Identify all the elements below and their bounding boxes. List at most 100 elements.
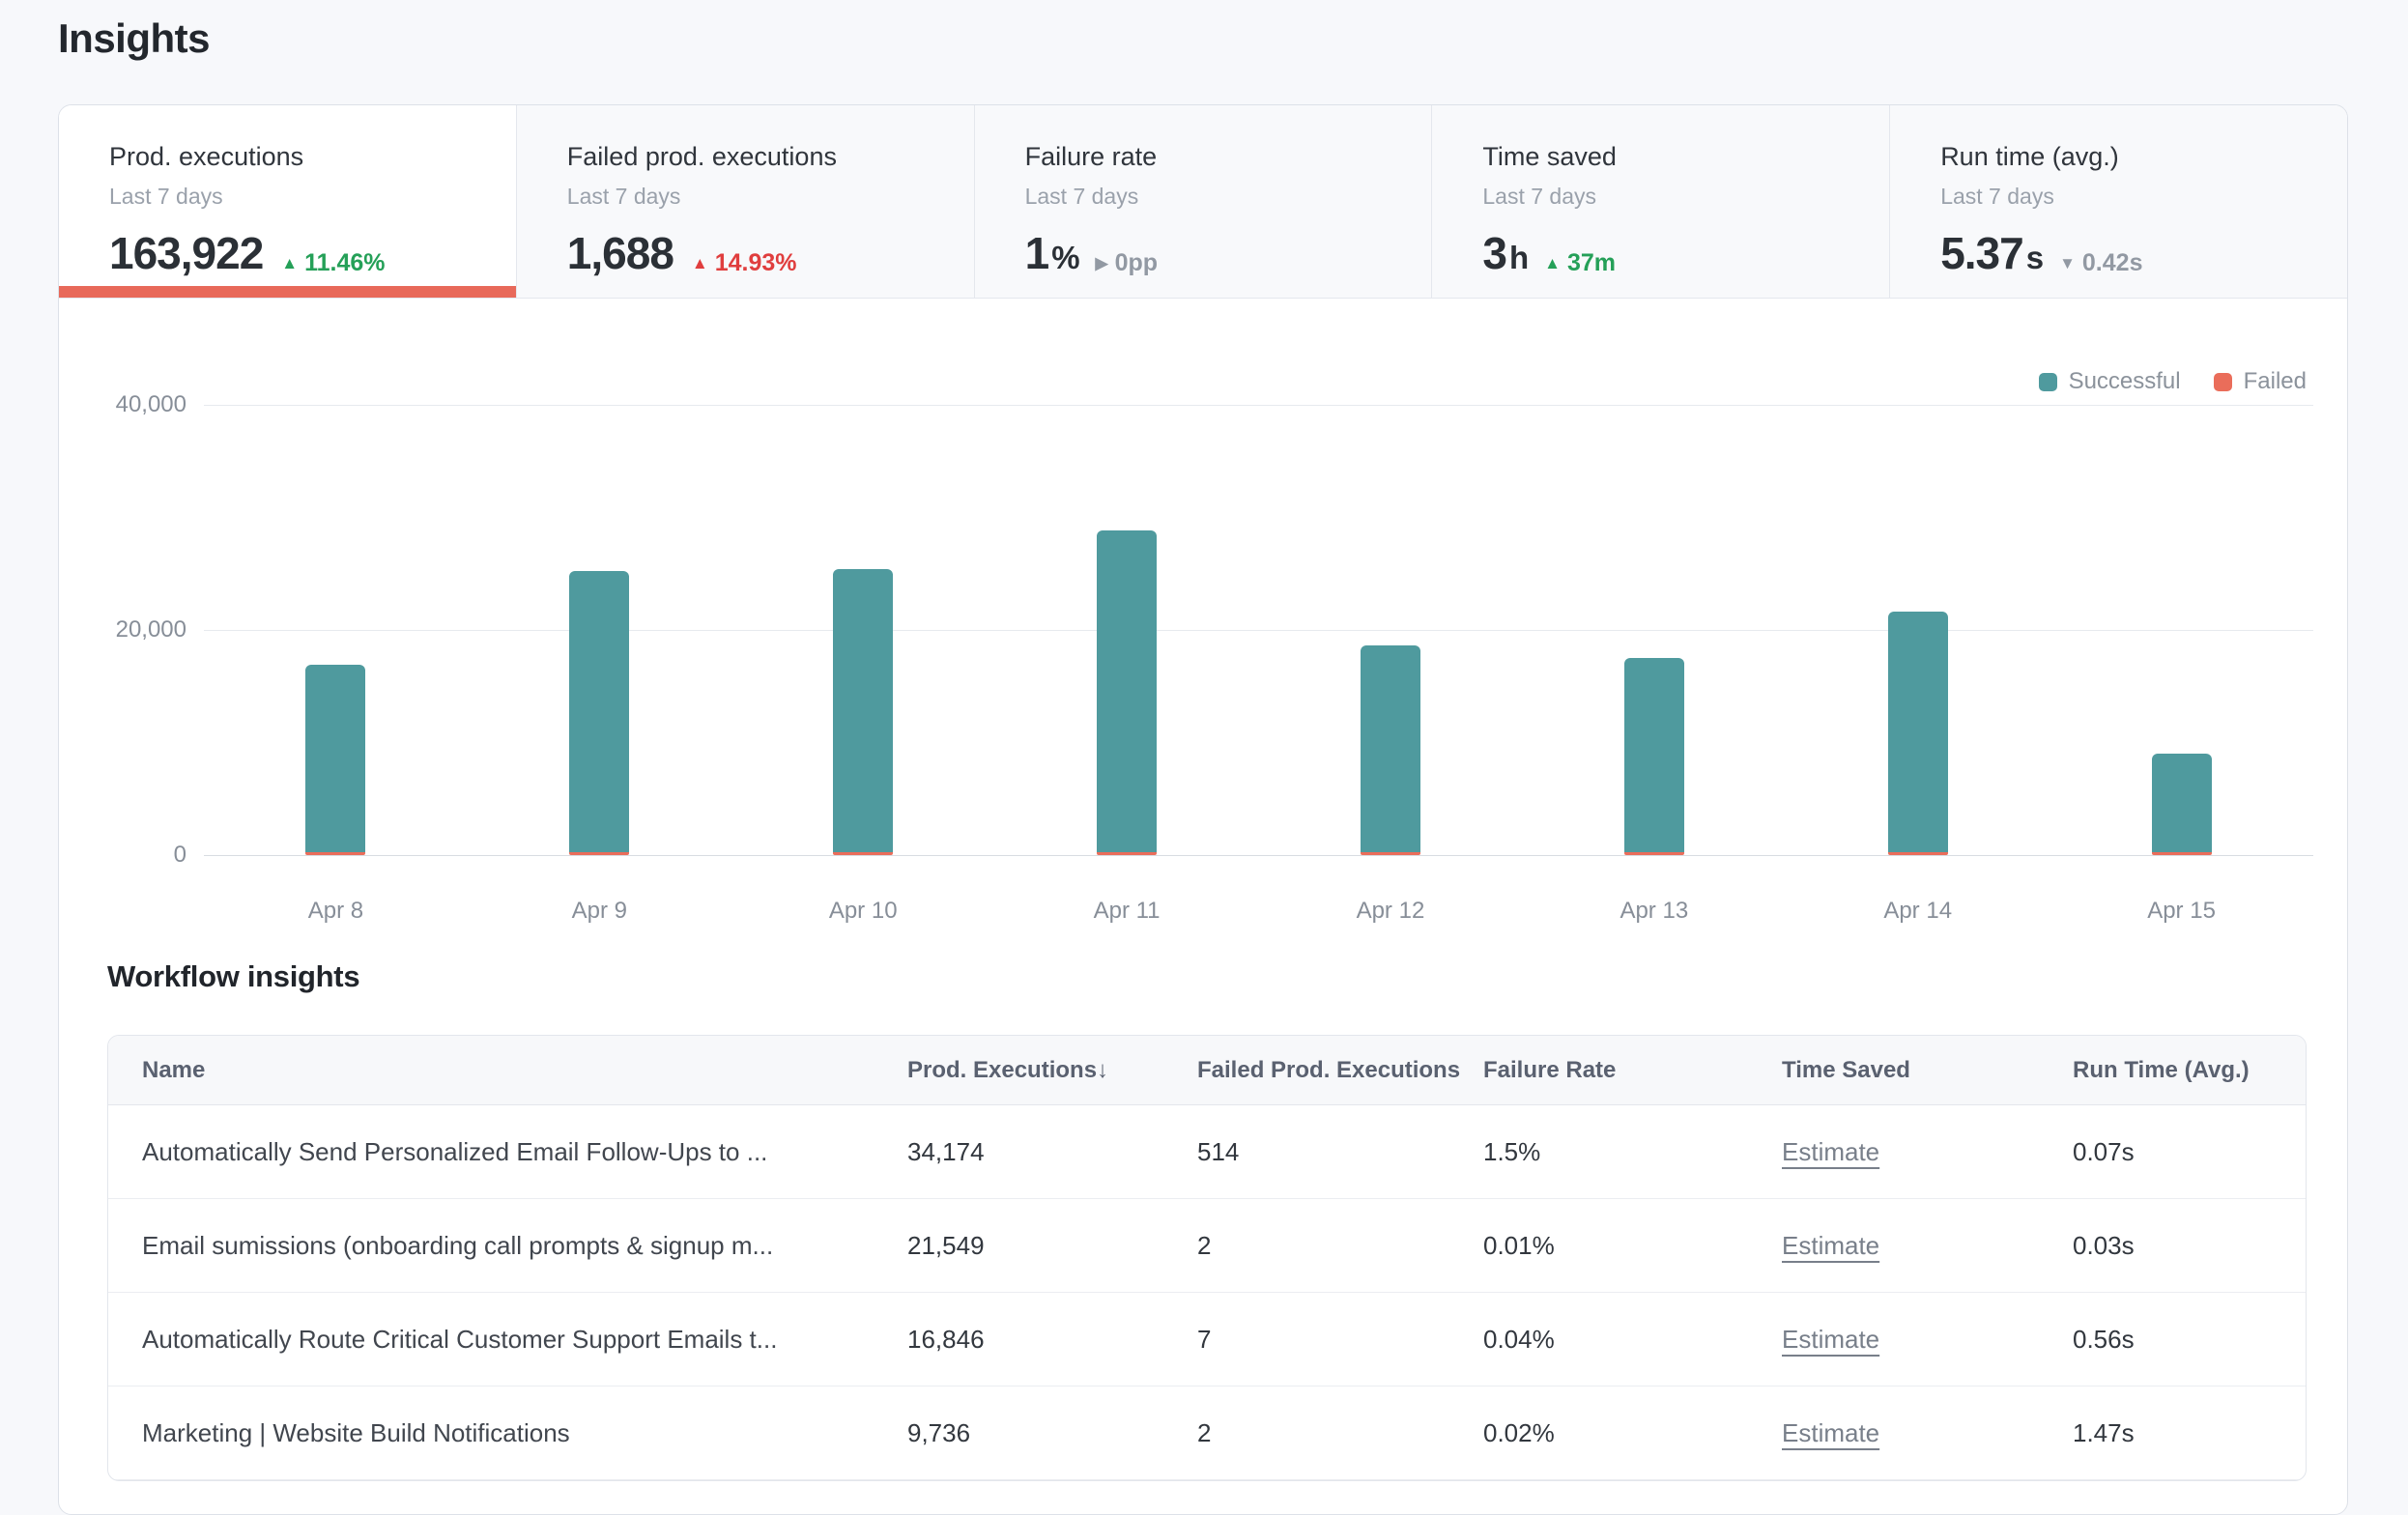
metric-value: 1 xyxy=(1025,227,1049,279)
x-axis-tick: Apr 11 xyxy=(995,898,1259,925)
metric-label: Run time (avg.) xyxy=(1940,142,2318,172)
metric-label: Time saved xyxy=(1482,142,1860,172)
failed-swatch-icon xyxy=(2214,373,2232,391)
failed-bar-segment xyxy=(833,852,893,855)
estimate-link[interactable]: Estimate xyxy=(1782,1418,1879,1447)
successful-bar-segment xyxy=(569,571,629,852)
workflow-name-link[interactable]: Marketing | Website Build Notifications xyxy=(142,1418,570,1447)
legend-item-successful[interactable]: Successful xyxy=(2039,368,2181,395)
metric-delta: 0.42s xyxy=(2082,249,2143,277)
metric-label: Failure rate xyxy=(1025,142,1403,172)
failed-bar-segment xyxy=(1361,852,1420,855)
failure-rate-cell: 0.02% xyxy=(1483,1418,1782,1448)
metric-value: 1,688 xyxy=(567,227,674,279)
successful-bar-segment xyxy=(833,569,893,852)
stacked-bar xyxy=(1361,645,1420,855)
legend-label: Failed xyxy=(2244,368,2307,395)
metric-period: Last 7 days xyxy=(1482,184,1860,210)
table-row: Automatically Send Personalized Email Fo… xyxy=(108,1105,2306,1199)
metric-delta: 37m xyxy=(1567,249,1616,277)
x-axis-labels: Apr 8Apr 9Apr 10Apr 11Apr 12Apr 13Apr 14… xyxy=(204,898,2313,925)
table-row: Automatically Route Critical Customer Su… xyxy=(108,1293,2306,1386)
metric-unit: % xyxy=(1051,240,1079,276)
metric-value: 5.37 xyxy=(1940,227,2023,279)
stacked-bar xyxy=(305,665,365,855)
metric-unit: h xyxy=(1509,240,1529,276)
failure-rate-cell: 1.5% xyxy=(1483,1137,1782,1167)
workflow-name-link[interactable]: Email sumissions (onboarding call prompt… xyxy=(142,1231,773,1260)
column-header-failed-prod-executions[interactable]: Failed Prod. Executions xyxy=(1197,1057,1483,1084)
failed-bar-segment xyxy=(1624,852,1684,855)
metric-tab-time-saved[interactable]: Time saved Last 7 days 3 h ▲ 37m xyxy=(1432,105,1890,298)
triangle-up-icon: ▲ xyxy=(1544,255,1561,272)
workflow-name-link[interactable]: Automatically Route Critical Customer Su… xyxy=(142,1325,777,1354)
x-axis-tick: Apr 10 xyxy=(731,898,995,925)
y-axis-tick: 20,000 xyxy=(59,616,186,643)
metric-tab-prod-executions[interactable]: Prod. executions Last 7 days 163,922 ▲ 1… xyxy=(59,105,517,298)
sort-desc-icon: ↓ xyxy=(1097,1057,1108,1083)
workflow-name-link[interactable]: Automatically Send Personalized Email Fo… xyxy=(142,1137,767,1166)
failed-bar-segment xyxy=(1888,852,1948,855)
metric-period: Last 7 days xyxy=(1025,184,1403,210)
estimate-link[interactable]: Estimate xyxy=(1782,1137,1879,1166)
table-row: Marketing | Website Build Notifications … xyxy=(108,1386,2306,1480)
metric-period: Last 7 days xyxy=(567,184,945,210)
estimate-link[interactable]: Estimate xyxy=(1782,1325,1879,1354)
failed-bar-segment xyxy=(2152,852,2212,855)
metric-value: 3 xyxy=(1482,227,1506,279)
stacked-bar xyxy=(833,569,893,855)
bar-slot xyxy=(731,405,995,855)
failed-prod-executions-cell: 7 xyxy=(1197,1325,1483,1355)
bar-slot xyxy=(2050,405,2313,855)
successful-bar-segment xyxy=(1361,645,1420,852)
column-header-name[interactable]: Name xyxy=(108,1057,907,1084)
x-axis-tick: Apr 14 xyxy=(1786,898,2050,925)
metric-tab-failed-prod-executions[interactable]: Failed prod. executions Last 7 days 1,68… xyxy=(517,105,975,298)
successful-bar-segment xyxy=(305,665,365,852)
estimate-link[interactable]: Estimate xyxy=(1782,1231,1879,1260)
metric-label: Prod. executions xyxy=(109,142,487,172)
workflow-insights-title: Workflow insights xyxy=(107,959,359,994)
metric-delta: 0pp xyxy=(1115,249,1158,277)
successful-swatch-icon xyxy=(2039,373,2057,391)
prod-executions-cell: 34,174 xyxy=(907,1137,1197,1167)
table-row: Email sumissions (onboarding call prompt… xyxy=(108,1199,2306,1293)
legend-label: Successful xyxy=(2069,368,2181,395)
metric-value: 163,922 xyxy=(109,227,263,279)
failed-bar-segment xyxy=(1097,852,1157,855)
run-time-cell: 0.56s xyxy=(2073,1325,2306,1355)
prod-executions-cell: 21,549 xyxy=(907,1231,1197,1261)
stacked-bar xyxy=(2152,754,2212,855)
column-header-time-saved[interactable]: Time Saved xyxy=(1782,1057,2073,1084)
bar-slot xyxy=(204,405,468,855)
metric-delta: 14.93% xyxy=(715,249,797,277)
table-header-row: Name Prod. Executions↓ Failed Prod. Exec… xyxy=(108,1036,2306,1105)
metric-unit: s xyxy=(2026,240,2044,276)
metric-tab-failure-rate[interactable]: Failure rate Last 7 days 1 % ▶ 0pp xyxy=(975,105,1433,298)
executions-bar-chart: Successful Failed 40,000 20,000 0 xyxy=(59,299,2347,936)
bar-slot xyxy=(1259,405,1523,855)
x-axis-tick: Apr 12 xyxy=(1259,898,1523,925)
metric-period: Last 7 days xyxy=(109,184,487,210)
metric-tab-run-time-avg[interactable]: Run time (avg.) Last 7 days 5.37 s ▼ 0.4… xyxy=(1890,105,2347,298)
failed-bar-segment xyxy=(305,852,365,855)
column-header-run-time[interactable]: Run Time (Avg.) xyxy=(2073,1057,2306,1084)
x-axis-tick: Apr 15 xyxy=(2050,898,2313,925)
metric-tabs: Prod. executions Last 7 days 163,922 ▲ 1… xyxy=(59,105,2347,299)
bar-series xyxy=(204,405,2313,855)
run-time-cell: 1.47s xyxy=(2073,1418,2306,1448)
stacked-bar xyxy=(1624,658,1684,855)
run-time-cell: 0.03s xyxy=(2073,1231,2306,1261)
column-header-prod-executions[interactable]: Prod. Executions↓ xyxy=(907,1057,1197,1084)
prod-executions-cell: 16,846 xyxy=(907,1325,1197,1355)
failed-prod-executions-cell: 2 xyxy=(1197,1231,1483,1261)
successful-bar-segment xyxy=(2152,754,2212,852)
bar-slot xyxy=(468,405,731,855)
metric-delta: 11.46% xyxy=(304,249,385,277)
legend-item-failed[interactable]: Failed xyxy=(2214,368,2307,395)
column-header-failure-rate[interactable]: Failure Rate xyxy=(1483,1057,1782,1084)
bar-slot xyxy=(1786,405,2050,855)
successful-bar-segment xyxy=(1888,612,1948,852)
workflow-insights-table: Name Prod. Executions↓ Failed Prod. Exec… xyxy=(107,1035,2307,1481)
metric-label: Failed prod. executions xyxy=(567,142,945,172)
